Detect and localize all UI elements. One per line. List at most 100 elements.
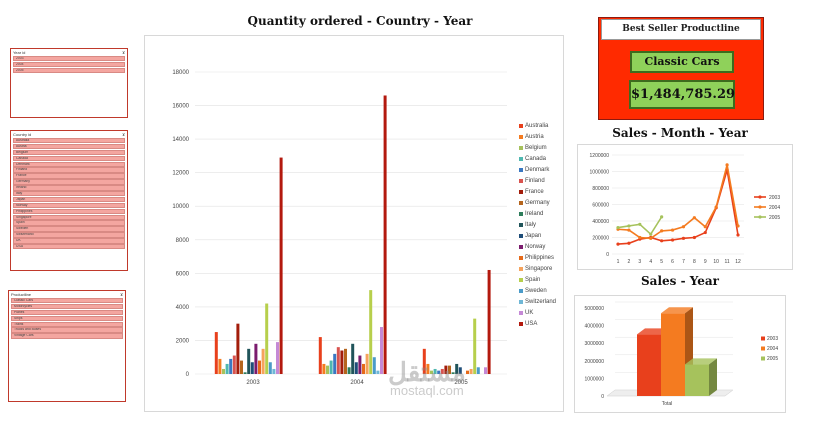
bar xyxy=(265,303,269,374)
legend-swatch xyxy=(519,189,523,194)
legend-label: Australia xyxy=(525,122,549,129)
slicer-item[interactable]: Finland xyxy=(13,167,125,173)
bar-side xyxy=(709,358,717,396)
legend-entry: Switzerland xyxy=(519,296,556,307)
bar xyxy=(243,372,247,374)
data-point xyxy=(627,228,631,232)
slicer-item[interactable]: Ireland xyxy=(13,185,125,191)
filter-icon[interactable]: ⊻ xyxy=(122,50,125,55)
legend-label: Switzerland xyxy=(525,298,557,305)
y-tick-label: 400000 xyxy=(592,219,609,225)
slicer-item[interactable]: Motorcycles xyxy=(11,303,123,310)
x-tick-label: 3 xyxy=(638,259,641,265)
bar xyxy=(322,363,326,374)
slicer-year[interactable]: Year id ⊻ 2003 2004 2005 xyxy=(10,48,128,118)
slicer-item[interactable]: Denmark xyxy=(13,161,125,167)
x-tick-label: 4 xyxy=(649,259,652,265)
legend-entry: Sweden xyxy=(519,285,556,296)
data-point xyxy=(649,236,653,240)
legend-label: 2005 xyxy=(769,215,780,221)
slicer-item[interactable]: Norway xyxy=(13,202,125,209)
slicer-item[interactable]: Germany xyxy=(13,179,125,185)
legend-swatch xyxy=(519,321,523,326)
slicer-item[interactable]: Planes xyxy=(11,309,123,316)
bar xyxy=(247,348,251,374)
slicer-item[interactable]: USA xyxy=(13,244,125,250)
slicer-country[interactable]: Country id ⊻ Australia Austria Belgium Canad… xyxy=(10,130,128,271)
legend-label: 2004 xyxy=(769,205,780,211)
x-tick-label: 2003 xyxy=(246,380,260,386)
slicer-item[interactable]: Trucks and Buses xyxy=(11,327,123,333)
data-point xyxy=(627,241,631,245)
x-tick-label: 11 xyxy=(724,259,729,265)
slicer-item[interactable]: Vintage Cars xyxy=(11,333,123,339)
main-chart-title: Quantity ordered - Country - Year xyxy=(247,14,473,28)
slicer-item[interactable]: Trains xyxy=(11,321,123,327)
legend-entry: USA xyxy=(519,318,556,329)
slicer-item[interactable]: France xyxy=(13,173,125,179)
x-tick-label: 2004 xyxy=(350,380,364,386)
slicer-item[interactable]: Belgium xyxy=(13,149,125,156)
y-tick-label: 14000 xyxy=(172,137,189,143)
bar xyxy=(279,157,283,374)
bar xyxy=(254,343,258,374)
y-tick-label: 1200000 xyxy=(590,153,610,159)
filter-icon[interactable]: ⊻ xyxy=(120,292,123,297)
legend-swatch xyxy=(519,145,523,150)
legend-swatch xyxy=(519,200,523,205)
legend-entry: Denmark xyxy=(519,164,556,175)
slicer-item[interactable]: Italy xyxy=(13,191,125,197)
watermark: مستقل mostaql.com xyxy=(388,359,466,398)
sales-year-bar-chart: 0 1000000 2000000 3000000 4000000 5000000 2003… xyxy=(585,301,778,407)
data-point xyxy=(638,222,642,226)
data-point xyxy=(616,242,620,246)
slicer-item[interactable]: Japan xyxy=(13,196,125,203)
bar xyxy=(466,370,469,374)
legend-entry: Norway xyxy=(519,241,556,252)
main-chart-frame: 0 2000 4000 6000 8000 10000 12000 14000 16000 180… xyxy=(144,35,564,412)
slicer-item[interactable]: 2004 xyxy=(13,61,125,68)
legend-swatch xyxy=(519,244,523,249)
slicer-item[interactable]: Sweden xyxy=(13,226,125,232)
data-point xyxy=(616,226,620,230)
slicer-item[interactable]: Australia xyxy=(13,138,125,144)
series-line xyxy=(617,169,739,245)
slicer-productline[interactable]: Productline ⊻ Classic Cars Motorcycles Plan… xyxy=(8,290,126,402)
bar xyxy=(637,334,661,396)
slicer-item[interactable]: Spain xyxy=(13,220,125,226)
data-point xyxy=(681,225,686,229)
bar xyxy=(351,343,355,374)
y-tick-label: 2000 xyxy=(176,338,190,344)
y-tick-label: 600000 xyxy=(592,203,609,209)
slicer-item[interactable]: Austria xyxy=(13,143,125,150)
x-tick-label: 12 xyxy=(735,259,741,265)
filter-icon[interactable]: ⊻ xyxy=(122,132,125,137)
bar xyxy=(685,364,709,396)
slicer-item[interactable]: Philippines xyxy=(13,208,125,215)
legend-swatch xyxy=(761,346,765,351)
bar xyxy=(362,363,365,374)
bar xyxy=(326,365,329,374)
slicer-item[interactable]: Singapore xyxy=(13,214,125,220)
x-tick-label: 8 xyxy=(693,259,696,265)
bar xyxy=(261,348,265,374)
legend-swatch xyxy=(519,277,523,282)
legend-label: 2004 xyxy=(767,346,778,352)
y-tick-label: 4000 xyxy=(176,305,190,311)
slicer-item[interactable]: Classic Cars xyxy=(11,298,123,304)
slicer-item[interactable]: 2005 xyxy=(13,67,125,74)
slicer-item[interactable]: Canada xyxy=(13,155,125,162)
x-tick-label: 6 xyxy=(671,259,674,265)
bar xyxy=(240,360,243,374)
y-tick-label: 800000 xyxy=(592,186,609,192)
slicer-item[interactable]: Ships xyxy=(11,315,123,322)
legend-label: 2005 xyxy=(767,356,778,362)
slicer-item[interactable]: UK xyxy=(13,238,125,244)
bar xyxy=(372,357,376,374)
slicer-item[interactable]: 2003 xyxy=(13,56,125,62)
y-tick-label: 16000 xyxy=(172,104,189,110)
kpi-title: Best Seller Productline xyxy=(601,19,761,40)
slicer-item[interactable]: Switzerland xyxy=(13,232,125,238)
series-line xyxy=(617,164,739,240)
data-point xyxy=(692,216,696,220)
